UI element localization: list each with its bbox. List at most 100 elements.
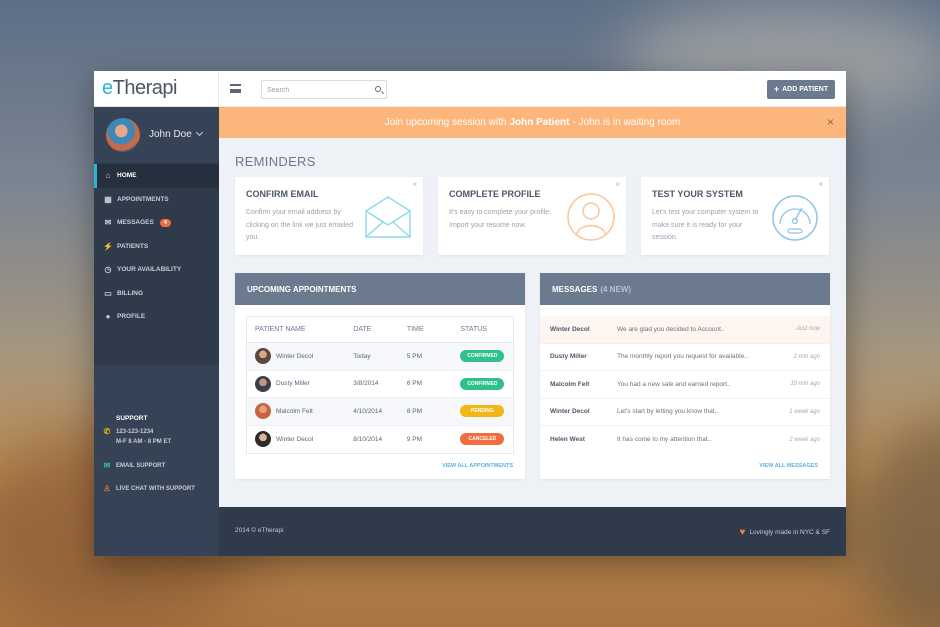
user-name-menu[interactable]: John Doe <box>149 128 203 140</box>
appointment-time: 6 PM <box>406 380 422 388</box>
search-box[interactable] <box>261 80 387 99</box>
table-row[interactable]: Dusty Miller 3/8/2014 6 PM CONFIRMED <box>247 371 513 398</box>
table-row[interactable]: Winter Decol 8/10/2014 9 PM CANCELED <box>247 426 513 454</box>
patient-name: Winter Decol <box>276 352 314 360</box>
message-preview: It has come to my attention that.. <box>617 436 712 444</box>
messages-title: MESSAGES <box>552 284 598 294</box>
user-icon: ♙ <box>103 484 111 493</box>
credit-card-icon: ▭ <box>104 288 112 298</box>
view-all-messages-link[interactable]: VIEW ALL MESSAGES <box>759 463 818 469</box>
app-window: eTherapi + ADD PATIENT John Doe ⌂ HOME ▦… <box>94 71 846 556</box>
appointment-date: 4/10/2014 <box>353 407 383 415</box>
close-icon[interactable]: × <box>615 180 620 189</box>
appointments-header: UPCOMING APPOINTMENTS <box>235 273 525 305</box>
home-icon: ⌂ <box>105 171 111 181</box>
column-header-time[interactable]: TIME <box>407 326 461 333</box>
copyright-text: 2014 © eTherapi <box>235 527 284 534</box>
reminder-title: COMPLETE PROFILE <box>449 189 541 199</box>
phone-number: 123-123-1234 <box>116 429 154 435</box>
logo-prefix: e <box>102 77 113 99</box>
phone-icon: ✆ <box>103 427 111 436</box>
support-phone[interactable]: ✆ 123-123-1234 M-F 8 AM - 8 PM ET <box>102 427 171 447</box>
message-sender: Malcolm Felt <box>550 380 590 388</box>
add-patient-label: ADD PATIENT <box>782 86 829 93</box>
live-chat-link[interactable]: ♙ LIVE CHAT WITH SUPPORT <box>102 484 194 494</box>
close-icon[interactable]: × <box>827 115 834 129</box>
sidebar-item-patients[interactable]: ⚡ PATIENTS <box>94 235 219 259</box>
support-hours: M-F 8 AM - 8 PM ET <box>116 439 172 445</box>
list-item[interactable]: Winter Decol Let's start by letting you … <box>540 399 830 426</box>
status-badge: CONFIRMED <box>460 350 505 363</box>
sidebar-item-messages[interactable]: ✉ MESSAGES 4 <box>94 211 219 235</box>
message-time: 2 min ago <box>793 353 820 360</box>
column-header-date[interactable]: DATE <box>353 326 407 333</box>
email-support-link[interactable]: ✉ EMAIL SUPPORT <box>102 461 166 471</box>
message-sender: Winter Decol <box>550 408 590 416</box>
messages-list: Winter Decol We are glad you decided to … <box>540 316 830 454</box>
appointment-time: 8 PM <box>406 407 422 415</box>
reminder-card-test-system[interactable]: TEST YOUR SYSTEM Let's test your compute… <box>641 177 829 255</box>
search-icon[interactable] <box>375 86 381 92</box>
envelope-icon: ✉ <box>103 461 111 470</box>
logo-area[interactable]: eTherapi <box>94 71 219 107</box>
avatar <box>255 431 271 448</box>
reminder-title: CONFIRM EMAIL <box>246 189 319 199</box>
close-icon[interactable]: × <box>412 180 417 189</box>
sidebar-item-billing[interactable]: ▭ BILLING <box>94 282 219 306</box>
sidebar-item-label: YOUR AVAILABILITY <box>117 266 182 274</box>
sidebar-item-availability[interactable]: ◷ YOUR AVAILABILITY <box>94 258 219 282</box>
gauge-icon <box>772 195 818 241</box>
reminder-card-complete-profile[interactable]: COMPLETE PROFILE It's easy to complete y… <box>438 177 626 255</box>
reminder-card-confirm-email[interactable]: CONFIRM EMAIL Confirm your email address… <box>235 177 423 255</box>
sidebar: John Doe ⌂ HOME ▦ APPOINTMENTS ✉ MESSAGE… <box>94 107 219 556</box>
support-section: SUPPORT ✆ 123-123-1234 M-F 8 AM - 8 PM ET… <box>94 365 219 556</box>
view-all-appointments-link[interactable]: VIEW ALL APPOINTMENTS <box>442 463 513 469</box>
sidebar-item-home[interactable]: ⌂ HOME <box>94 164 219 188</box>
sidebar-item-label: MESSAGES <box>117 219 154 227</box>
list-item[interactable]: Malcolm Felt You had a new sale and earn… <box>540 371 830 399</box>
user-profile[interactable]: John Doe <box>94 107 219 163</box>
logo[interactable]: eTherapi <box>102 77 177 100</box>
message-count-badge: 4 <box>159 218 171 227</box>
list-item[interactable]: Dusty Miller The monthly report you requ… <box>540 344 830 371</box>
bolt-icon: ⚡ <box>103 241 113 251</box>
reminders-title: REMINDERS <box>235 154 316 169</box>
table-row[interactable]: Malcolm Felt 4/10/2014 8 PM PENDING <box>247 398 513 426</box>
column-header-status[interactable]: STATUS <box>460 326 513 333</box>
table-header: PATIENT NAME DATE TIME STATUS <box>247 317 513 343</box>
avatar <box>255 348 271 365</box>
email-support-label: EMAIL SUPPORT <box>116 463 166 469</box>
appointment-date: Today <box>353 352 371 360</box>
message-time: 10 min ago <box>790 381 820 388</box>
sidebar-item-label: APPOINTMENTS <box>117 195 169 203</box>
message-preview: We are glad you decided to Account.. <box>617 325 725 333</box>
column-header-patient[interactable]: PATIENT NAME <box>247 326 353 333</box>
list-item[interactable]: Helen West It has come to my attention t… <box>540 426 830 454</box>
session-banner[interactable]: Join upcoming session with John Patient … <box>219 107 846 138</box>
sidebar-item-profile[interactable]: ● PROFILE <box>94 305 219 329</box>
hamburger-menu-icon[interactable] <box>230 84 241 93</box>
avatar[interactable] <box>106 118 140 152</box>
user-name: John Doe <box>149 129 192 140</box>
patient-name: Winter Decol <box>276 435 314 443</box>
plus-icon: + <box>773 84 780 94</box>
made-text: Lovingly made in NYC & SF <box>749 529 830 536</box>
avatar <box>255 375 271 392</box>
close-icon[interactable]: × <box>818 180 823 189</box>
search-input[interactable] <box>267 84 367 96</box>
user-icon <box>567 193 615 241</box>
sidebar-item-label: HOME <box>117 172 137 180</box>
messages-header: MESSAGES (4 NEW) <box>540 273 830 305</box>
reminder-text: It's easy to complete your profile. Impo… <box>449 209 552 229</box>
table-row[interactable]: Winter Decol Today 5 PM CONFIRMED <box>247 343 513 371</box>
reminder-title: TEST YOUR SYSTEM <box>652 189 743 199</box>
list-item[interactable]: Winter Decol We are glad you decided to … <box>540 316 830 344</box>
appointment-date: 3/8/2014 <box>353 380 379 388</box>
appointment-time: 5 PM <box>406 352 422 360</box>
sidebar-item-label: BILLING <box>117 289 143 297</box>
add-patient-button[interactable]: + ADD PATIENT <box>767 80 835 99</box>
sidebar-item-label: PROFILE <box>117 313 146 321</box>
message-time: 1 week ago <box>789 408 820 415</box>
sidebar-item-appointments[interactable]: ▦ APPOINTMENTS <box>94 188 219 212</box>
message-preview: The monthly report you request for avail… <box>617 353 748 361</box>
